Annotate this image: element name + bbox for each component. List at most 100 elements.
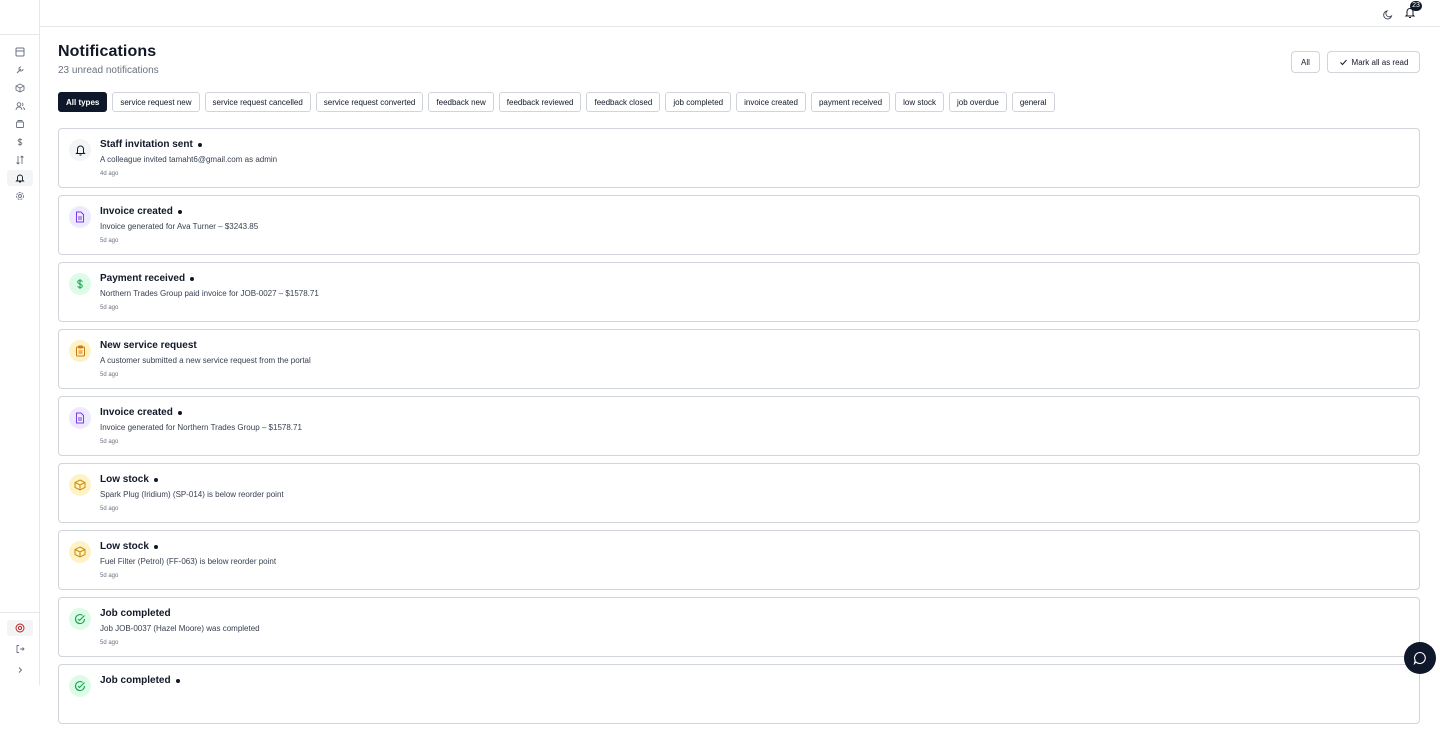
- notification-icon-wrap: [69, 474, 91, 496]
- chat-button[interactable]: [1404, 642, 1436, 674]
- sidebar-item-logout[interactable]: [7, 641, 33, 657]
- check-circle-icon: [74, 681, 86, 692]
- notification-message: Fuel Filter (Petrol) (FF-063) is below r…: [100, 557, 277, 566]
- notification-icon-wrap: [69, 608, 91, 630]
- notification-title: Invoice created: [100, 206, 173, 217]
- notification-title-row: Invoice created: [100, 407, 182, 418]
- sidebar: [0, 0, 40, 685]
- filter-invoice-created[interactable]: invoice created: [736, 92, 806, 112]
- theme-toggle-button[interactable]: [1383, 7, 1394, 25]
- sidebar-item-parts[interactable]: [7, 116, 33, 132]
- sidebar-item-dashboard[interactable]: [7, 44, 33, 60]
- notification-message: A customer submitted a new service reque…: [100, 356, 311, 365]
- notification-title-row: Payment received: [100, 273, 195, 284]
- brand-area: [0, 0, 39, 35]
- bell-icon: [74, 145, 86, 156]
- notification-time: 5d ago: [100, 506, 119, 512]
- notification-title-row: Job completed: [100, 675, 180, 686]
- notification-icon-wrap: [69, 340, 91, 362]
- chat-icon: [1413, 651, 1426, 665]
- unread-count-badge: 23: [1410, 1, 1422, 11]
- document-icon: [76, 211, 84, 223]
- notification-time: 5d ago: [100, 238, 119, 244]
- notification-message: Invoice generated for Northern Trades Gr…: [100, 423, 302, 432]
- notification-icon-wrap: [69, 273, 91, 295]
- sidebar-item-settings[interactable]: [7, 188, 33, 204]
- filter-service-request-cancelled[interactable]: service request cancelled: [204, 92, 311, 112]
- document-icon: [76, 412, 84, 424]
- sidebar-expand-button[interactable]: [7, 662, 33, 678]
- notification-time: 5d ago: [100, 573, 119, 579]
- unread-summary: 23 unread notifications: [58, 65, 159, 76]
- logout-icon: [16, 645, 25, 653]
- wrench-icon: [16, 66, 24, 74]
- sidebar-item-notifications[interactable]: [7, 170, 33, 186]
- filter-feedback-closed[interactable]: feedback closed: [586, 92, 661, 112]
- unread-dot: [153, 477, 158, 482]
- filter-general[interactable]: general: [1011, 92, 1055, 112]
- notification-card[interactable]: Job completed Job JOB-0037 (Hazel Moore)…: [58, 597, 1420, 657]
- notification-title-row: Staff invitation sent: [100, 139, 202, 150]
- notification-card[interactable]: Invoice created Invoice generated for Av…: [58, 195, 1420, 255]
- check-circle-icon: [74, 614, 86, 625]
- notification-icon-wrap: [69, 206, 91, 228]
- filter-feedback-reviewed[interactable]: feedback reviewed: [498, 92, 582, 112]
- filter-service-request-new[interactable]: service request new: [112, 92, 200, 112]
- users-icon: [15, 102, 25, 111]
- dashboard-icon: [15, 47, 25, 57]
- filter-low-stock[interactable]: low stock: [895, 92, 944, 112]
- mark-all-read-label: Mark all as read: [1351, 57, 1409, 67]
- notification-message: A colleague invited tamaht6@gmail.com as…: [100, 155, 278, 164]
- notification-time: 5d ago: [100, 640, 119, 646]
- topbar: 23: [40, 0, 1440, 27]
- show-all-button[interactable]: All: [1291, 51, 1320, 73]
- unread-dot: [190, 276, 195, 281]
- notification-card[interactable]: Job completed: [58, 664, 1420, 724]
- mark-all-read-button[interactable]: Mark all as read: [1327, 51, 1420, 73]
- page-title: Notifications: [58, 43, 157, 60]
- notification-title: Job completed: [100, 608, 171, 619]
- notification-title-row: New service request: [100, 340, 197, 351]
- notification-title: Job completed: [100, 675, 171, 686]
- arrows-icon: [16, 155, 24, 165]
- notification-card[interactable]: Low stock Spark Plug (Iridium) (SP-014) …: [58, 463, 1420, 523]
- sidebar-item-inventory[interactable]: [7, 80, 33, 96]
- notification-icon-wrap: [69, 675, 91, 697]
- filter-feedback-new[interactable]: feedback new: [428, 92, 494, 112]
- filter-job-overdue[interactable]: job overdue: [949, 92, 1007, 112]
- dollar-icon: [77, 279, 83, 289]
- sidebar-item-help[interactable]: [7, 620, 33, 636]
- unread-dot: [177, 209, 182, 214]
- help-icon: [15, 623, 25, 633]
- package-icon: [16, 120, 24, 128]
- notification-title-row: Low stock: [100, 474, 158, 485]
- notification-card[interactable]: Invoice created Invoice generated for No…: [58, 396, 1420, 456]
- notification-title: Invoice created: [100, 407, 173, 418]
- notification-card[interactable]: Staff invitation sent A colleague invite…: [58, 128, 1420, 188]
- filter-all-types[interactable]: All types: [58, 92, 108, 112]
- notification-message: Spark Plug (Iridium) (SP-014) is below r…: [100, 490, 284, 499]
- box-icon: [15, 83, 25, 93]
- filter-payment-received[interactable]: payment received: [810, 92, 891, 112]
- sidebar-item-customers[interactable]: [7, 98, 33, 114]
- notification-message: Northern Trades Group paid invoice for J…: [100, 289, 319, 298]
- notification-icon-wrap: [69, 139, 91, 161]
- notification-card[interactable]: Payment received Northern Trades Group p…: [58, 262, 1420, 322]
- filter-service-request-converted[interactable]: service request converted: [315, 92, 424, 112]
- sidebar-bottom: [0, 612, 40, 683]
- notification-card[interactable]: New service request A customer submitted…: [58, 329, 1420, 389]
- notification-title: Low stock: [100, 474, 149, 485]
- sidebar-item-billing[interactable]: [7, 134, 33, 150]
- notification-title: Payment received: [100, 273, 186, 284]
- filter-job-completed[interactable]: job completed: [665, 92, 732, 112]
- check-icon: [1339, 59, 1347, 65]
- moon-icon: [1383, 10, 1393, 20]
- notification-time: 5d ago: [100, 372, 119, 378]
- unread-dot: [177, 410, 182, 415]
- notification-card[interactable]: Low stock Fuel Filter (Petrol) (FF-063) …: [58, 530, 1420, 590]
- notification-time: 4d ago: [100, 171, 119, 177]
- sidebar-item-jobs[interactable]: [7, 62, 33, 78]
- dollar-icon: [17, 138, 23, 146]
- sidebar-item-requests[interactable]: [7, 152, 33, 168]
- package-icon: [74, 546, 86, 558]
